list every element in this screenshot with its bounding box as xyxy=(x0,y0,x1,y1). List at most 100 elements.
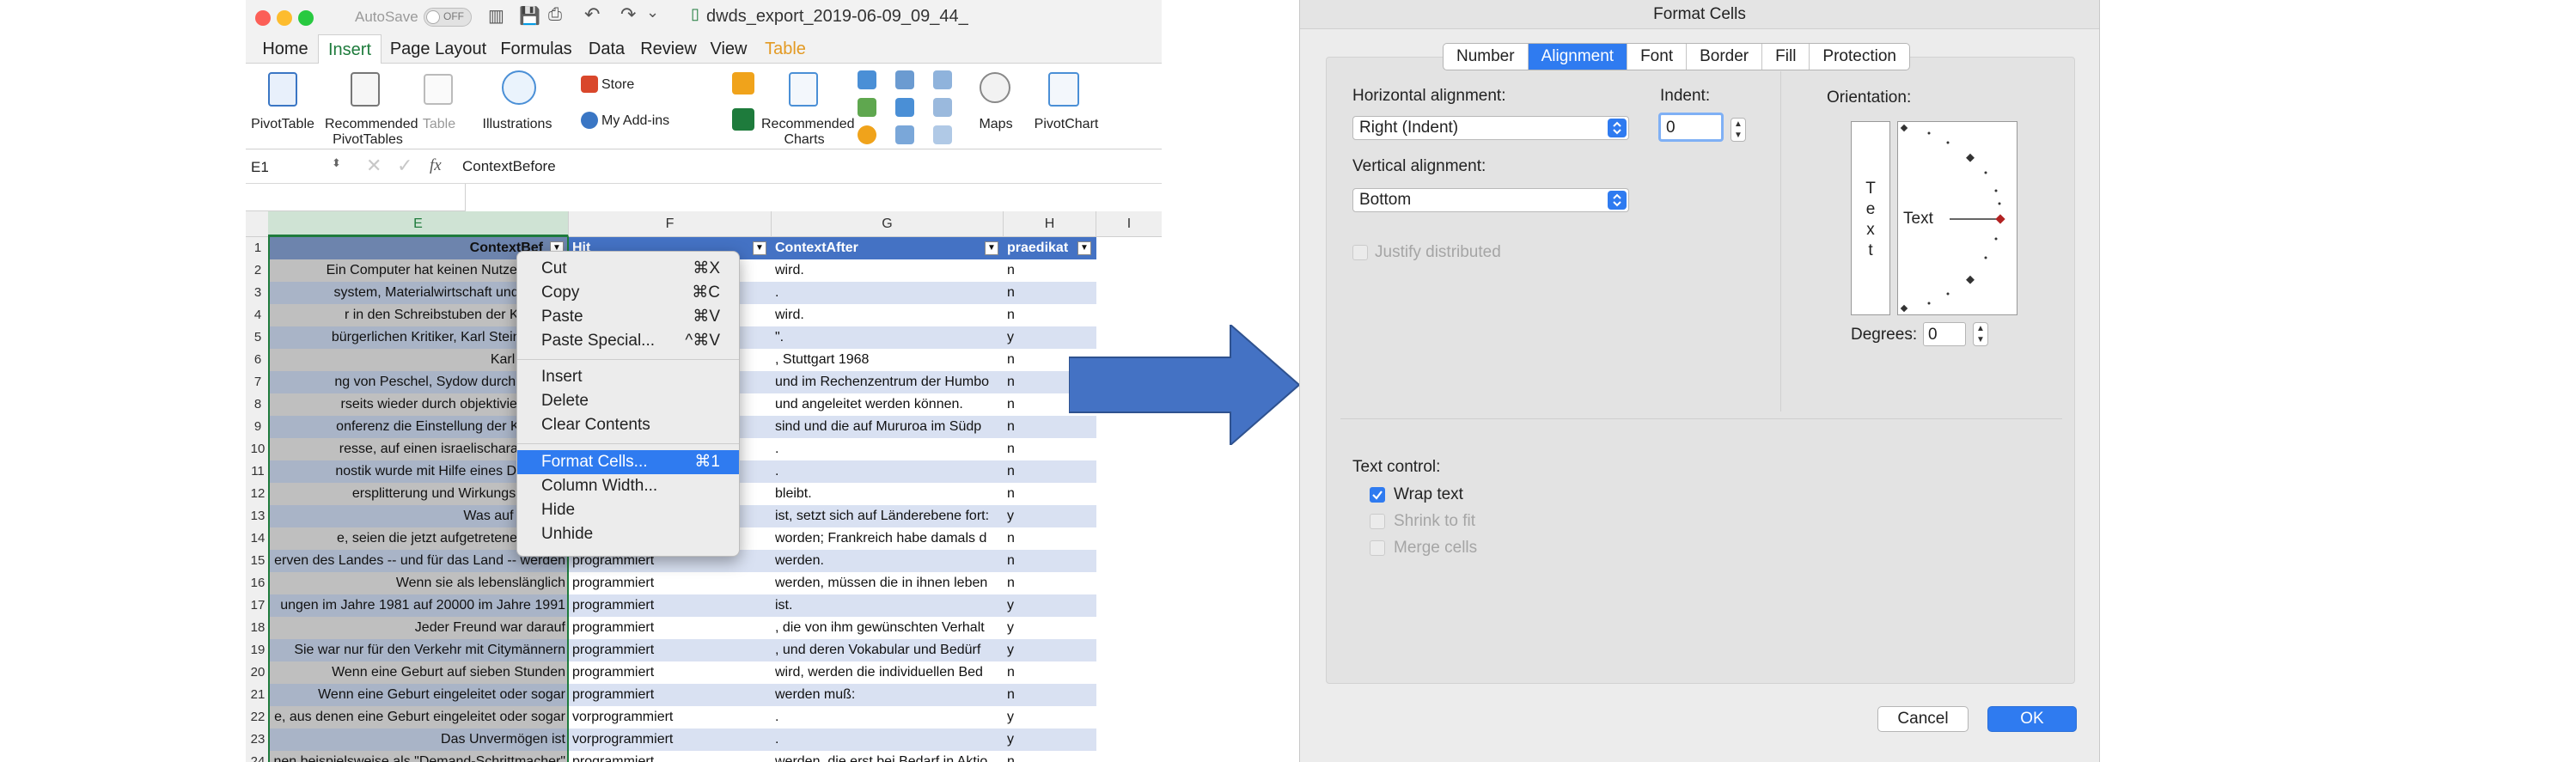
row-number[interactable]: 19 xyxy=(246,639,270,661)
tab-table[interactable]: Table xyxy=(758,34,813,64)
cell-contextafter[interactable]: . xyxy=(772,438,1004,460)
vertical-text-orientation[interactable]: T e x t xyxy=(1851,121,1890,315)
cell-hit[interactable]: programmiert xyxy=(569,684,772,706)
menu-item-unhide[interactable]: Unhide xyxy=(517,522,739,546)
row-number[interactable]: 12 xyxy=(246,483,270,505)
cell-contextafter[interactable]: wird. xyxy=(772,304,1004,326)
cancel-button[interactable]: Cancel xyxy=(1877,706,1969,732)
column-header-i[interactable]: I xyxy=(1096,211,1162,237)
cell-hit[interactable]: programmiert xyxy=(569,617,772,639)
cell-praedikat[interactable]: y xyxy=(1004,639,1096,661)
justify-distributed-checkbox[interactable] xyxy=(1352,245,1368,260)
tab-insert[interactable]: Insert xyxy=(318,34,382,64)
row-number[interactable]: 5 xyxy=(246,326,270,349)
cell-contextbefore[interactable]: Das Unvermögen ist xyxy=(270,728,569,751)
row-number[interactable]: 14 xyxy=(246,527,270,550)
tab-home[interactable]: Home xyxy=(254,34,316,64)
insert-function-icon[interactable]: fx xyxy=(430,156,442,175)
line-chart-icon[interactable] xyxy=(858,98,876,117)
autosave-toggle[interactable]: OFF xyxy=(424,8,472,27)
row-number[interactable]: 18 xyxy=(246,617,270,639)
cell-contextbefore[interactable]: e, aus denen eine Geburt eingeleitet ode… xyxy=(270,706,569,728)
cell-contextbefore[interactable]: Wenn sie als lebenslänglich xyxy=(270,572,569,594)
cell-contextbefore[interactable]: ungen im Jahre 1981 auf 20000 im Jahre 1… xyxy=(270,594,569,617)
cell-praedikat[interactable]: n xyxy=(1004,550,1096,572)
close-window-button[interactable] xyxy=(255,10,271,26)
horizontal-alignment-select[interactable]: Right (Indent) xyxy=(1352,116,1629,140)
cell-praedikat[interactable]: y xyxy=(1004,728,1096,751)
minimize-window-button[interactable] xyxy=(277,10,292,26)
menu-item-delete[interactable]: Delete xyxy=(517,389,739,413)
waterfall-chart-icon[interactable] xyxy=(933,98,952,117)
cell-praedikat[interactable]: n xyxy=(1004,527,1096,550)
cell-contextafter[interactable]: , Stuttgart 1968 xyxy=(772,349,1004,371)
cell-praedikat[interactable]: y xyxy=(1004,505,1096,527)
cell-praedikat[interactable]: n xyxy=(1004,572,1096,594)
print-icon[interactable]: ⎙ xyxy=(548,5,562,25)
filter-dropdown-icon[interactable]: ▼ xyxy=(1077,241,1091,255)
cell-hit[interactable]: programmiert xyxy=(569,661,772,684)
cell-contextafter[interactable]: . xyxy=(772,460,1004,483)
people-graph-icon[interactable] xyxy=(732,108,754,131)
cell-hit[interactable]: programmiert xyxy=(569,572,772,594)
cell-praedikat[interactable]: y xyxy=(1004,594,1096,617)
cell-praedikat[interactable]: n xyxy=(1004,304,1096,326)
cell-contextafter[interactable]: . xyxy=(772,728,1004,751)
row-number[interactable]: 2 xyxy=(246,259,270,282)
menu-item-clear-contents[interactable]: Clear Contents xyxy=(517,413,739,437)
tab-data[interactable]: Data xyxy=(581,34,632,64)
menu-item-column-width[interactable]: Column Width... xyxy=(517,474,739,498)
row-number[interactable]: 9 xyxy=(246,416,270,438)
recommended-pivottables-button[interactable]: Recommended PivotTables xyxy=(325,117,418,148)
cell-hit[interactable]: programmiert xyxy=(569,594,772,617)
row-number[interactable]: 17 xyxy=(246,594,270,617)
menu-item-hide[interactable]: Hide xyxy=(517,498,739,522)
shrink-to-fit-checkbox[interactable] xyxy=(1370,514,1385,529)
tab-review[interactable]: Review xyxy=(638,34,699,64)
cell-contextafter[interactable]: worden; Frankreich habe damals d xyxy=(772,527,1004,550)
row-number[interactable]: 16 xyxy=(246,572,270,594)
ok-button[interactable]: OK xyxy=(1987,706,2077,732)
cell-contextafter[interactable]: werden, die erst bei Bedarf in Aktio xyxy=(772,751,1004,762)
tab-protection[interactable]: Protection xyxy=(1810,44,1909,70)
tab-font[interactable]: Font xyxy=(1627,44,1688,70)
row-number[interactable]: 15 xyxy=(246,550,270,572)
orientation-dial[interactable]: Text xyxy=(1897,121,2017,315)
sidebar-icon[interactable]: ▥ xyxy=(488,5,504,27)
cell-contextafter[interactable]: , die von ihm gewünschten Verhalt xyxy=(772,617,1004,639)
cell-contextafter[interactable]: wird. xyxy=(772,259,1004,282)
row-number[interactable]: 21 xyxy=(246,684,270,706)
degrees-stepper-icon[interactable]: ▲ ▼ xyxy=(1973,322,1988,346)
cell-praedikat[interactable]: n xyxy=(1004,661,1096,684)
vertical-alignment-select[interactable]: Bottom xyxy=(1352,188,1629,212)
column-header-h[interactable]: H xyxy=(1004,211,1096,237)
row-number[interactable]: 8 xyxy=(246,393,270,416)
cell-contextafter[interactable]: bleibt. xyxy=(772,483,1004,505)
cell-contextbefore[interactable]: Wenn eine Geburt eingeleitet oder sogar xyxy=(270,684,569,706)
row-number[interactable]: 11 xyxy=(246,460,270,483)
save-icon[interactable]: 💾 xyxy=(519,5,540,27)
maps-button[interactable]: Maps xyxy=(968,117,1024,132)
pivottable-button[interactable]: PivotTable xyxy=(246,117,320,132)
degrees-input[interactable]: 0 xyxy=(1923,322,1966,346)
menu-item-insert[interactable]: Insert xyxy=(517,365,739,389)
indent-stepper-icon[interactable]: ▲ ▼ xyxy=(1731,118,1746,142)
menu-item-paste[interactable]: Paste ⌘V xyxy=(517,305,739,329)
row-number[interactable]: 1 xyxy=(246,237,270,259)
column-header-f[interactable]: F xyxy=(569,211,772,237)
cell-contextafter[interactable]: , und deren Vokabular und Bedürf xyxy=(772,639,1004,661)
combo-chart-icon[interactable] xyxy=(895,125,914,144)
confirm-entry-icon[interactable]: ✓ xyxy=(397,155,412,177)
menu-item-copy[interactable]: Copy ⌘C xyxy=(517,281,739,305)
cell-praedikat[interactable]: n xyxy=(1004,460,1096,483)
cell-praedikat[interactable]: y xyxy=(1004,706,1096,728)
hierarchy-chart-icon[interactable] xyxy=(895,70,914,89)
tab-formulas[interactable]: Formulas xyxy=(495,34,577,64)
redo-icon[interactable]: ↷ xyxy=(620,3,636,26)
cell-contextafter[interactable]: und angeleitet werden können. xyxy=(772,393,1004,416)
indent-input[interactable]: 0 xyxy=(1658,113,1724,142)
cell-contextbefore[interactable]: Wenn eine Geburt auf sieben Stunden xyxy=(270,661,569,684)
customize-toolbar-icon[interactable]: ⌄ xyxy=(646,3,659,21)
tab-fill[interactable]: Fill xyxy=(1762,44,1810,70)
cell-contextafter[interactable]: ". xyxy=(772,326,1004,349)
